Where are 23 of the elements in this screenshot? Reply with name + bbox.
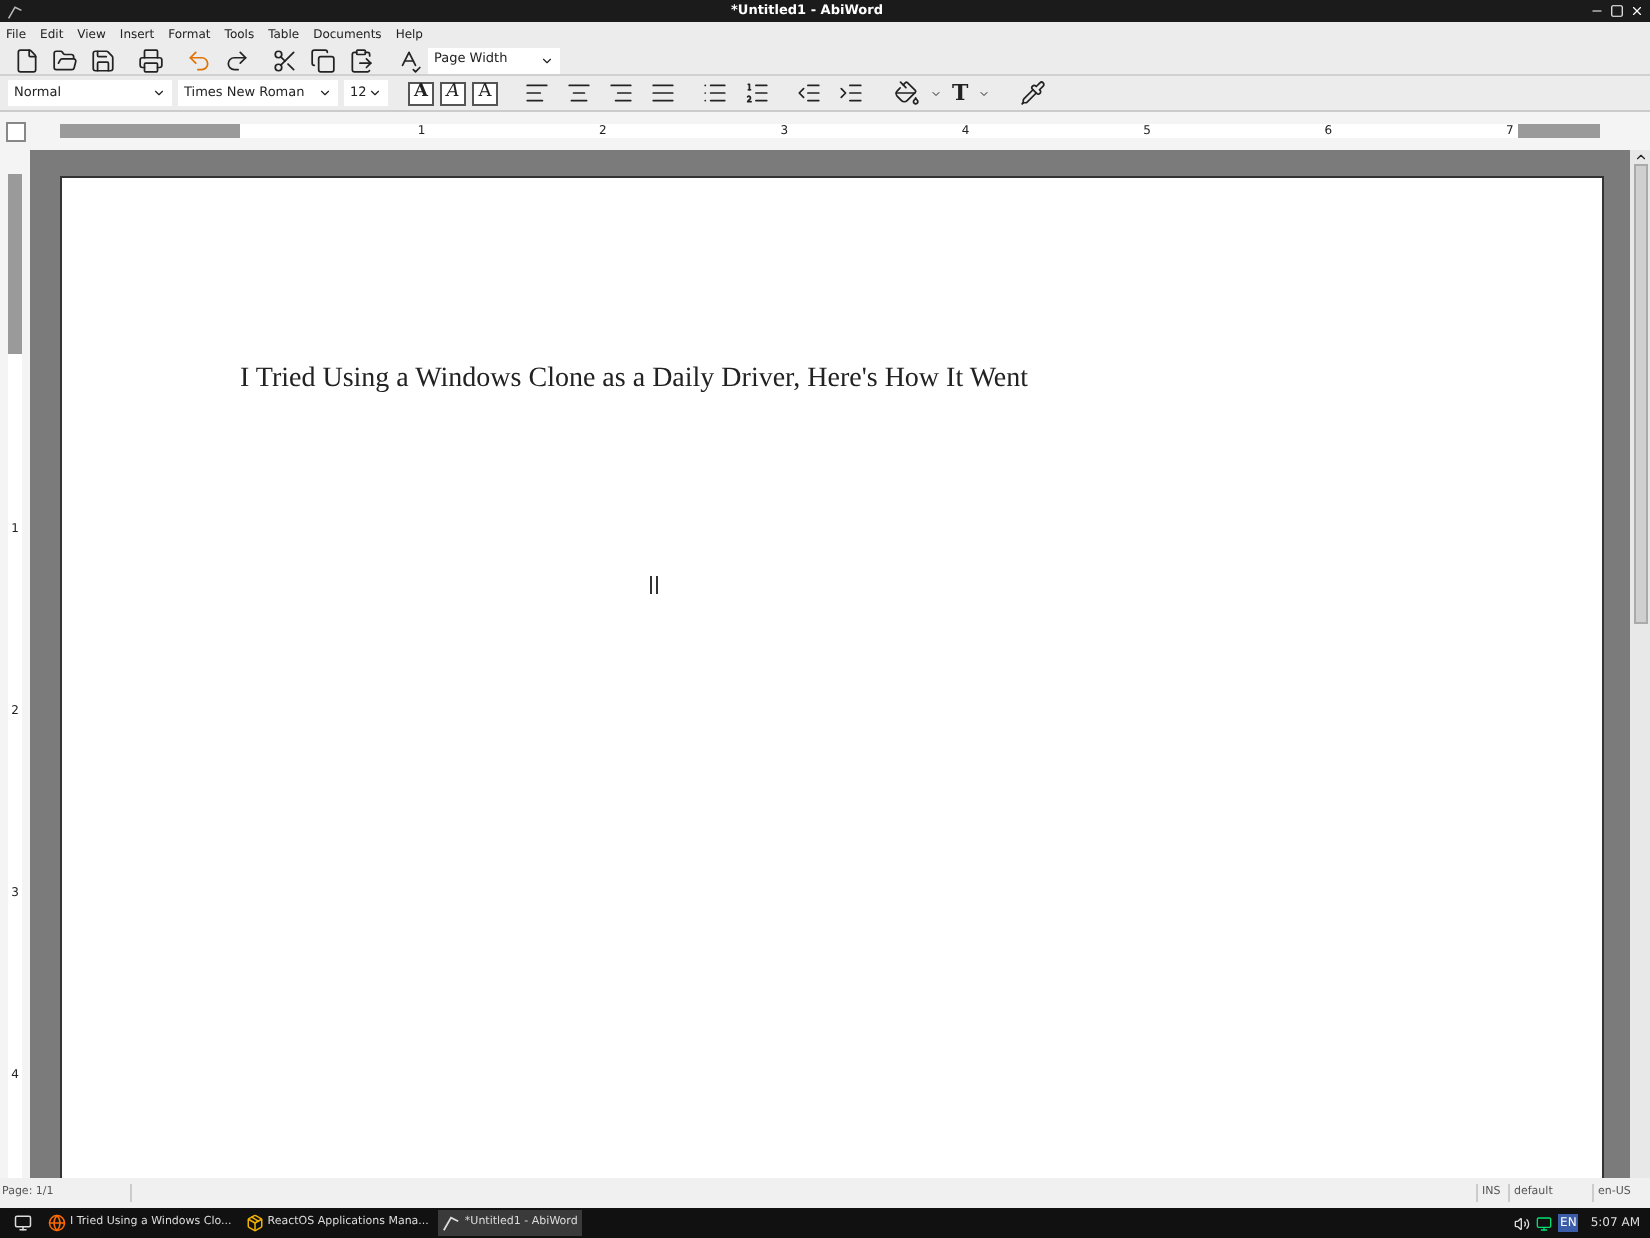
caret-icon[interactable] — [152, 86, 166, 100]
caret-icon[interactable] — [368, 86, 382, 100]
minimize-icon[interactable] — [1590, 4, 1604, 18]
caret-icon[interactable] — [540, 53, 554, 67]
package-icon — [245, 1214, 264, 1232]
text-color-button[interactable]: T — [948, 82, 973, 104]
caret-icon[interactable] — [318, 86, 332, 100]
scroll-up-icon[interactable] — [1633, 150, 1647, 164]
text-cursor-icon — [650, 576, 658, 594]
format-button[interactable]: A — [472, 81, 498, 105]
tab-stop-toggle[interactable] — [6, 121, 26, 141]
close-icon[interactable] — [1630, 4, 1644, 18]
document-heading: I Tried Using a Windows Clone as a Daily Driver, Here's How It Went — [240, 362, 1031, 398]
maximize-icon[interactable] — [1610, 4, 1624, 18]
volume-icon[interactable] — [1514, 1215, 1531, 1231]
margin-shading — [1517, 124, 1600, 138]
globe-icon — [48, 1214, 66, 1232]
format-button[interactable]: A — [408, 81, 434, 105]
app-logo-icon — [6, 3, 24, 19]
document-page[interactable]: I Tried Using a Windows Clone as a Daily Driver, Here's How It Went — [60, 176, 1604, 1178]
network-icon[interactable] — [1536, 1215, 1553, 1231]
vertical-scrollbar[interactable] — [1630, 150, 1650, 1178]
format-button[interactable]: A — [440, 81, 466, 105]
